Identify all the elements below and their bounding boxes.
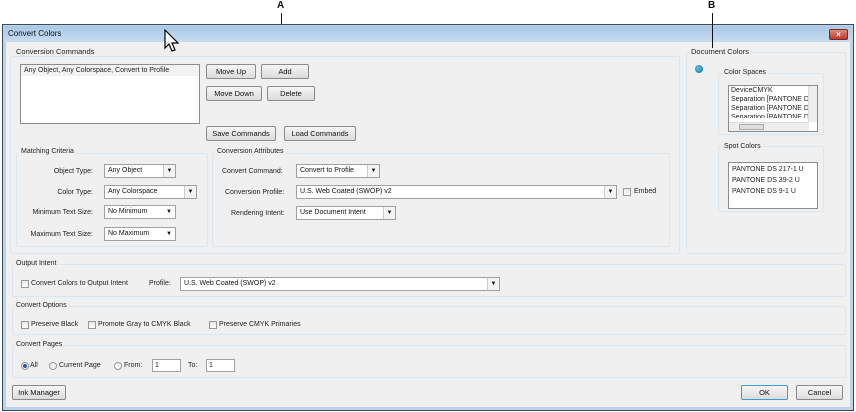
- rendering-intent-label: Rendering Intent:: [231, 210, 285, 217]
- color-spaces-list[interactable]: DeviceCMYK Separation [PANTONE D Separat…: [728, 85, 818, 132]
- promote-gray-label: Promote Gray to CMYK Black: [98, 321, 191, 328]
- convert-command-label: Convert Command:: [222, 168, 283, 175]
- object-type-value: Any Object: [108, 167, 143, 174]
- ok-button[interactable]: OK: [741, 385, 788, 400]
- conversion-profile-label: Conversion Profile:: [225, 189, 285, 196]
- chevron-down-icon: ▼: [487, 278, 499, 290]
- conversion-attributes-label: Conversion Attributes: [215, 148, 286, 155]
- preserve-black-checkbox[interactable]: [21, 321, 29, 329]
- color-type-value: Any Colorspace: [108, 188, 158, 195]
- output-profile-select[interactable]: U.S. Web Coated (SWOP) v2 ▼: [180, 277, 500, 291]
- list-item[interactable]: Separation [PANTONE D: [729, 104, 809, 113]
- chevron-down-icon: ▼: [163, 228, 175, 240]
- cancel-button[interactable]: Cancel: [796, 385, 843, 400]
- vertical-scrollbar[interactable]: [808, 86, 817, 122]
- all-pages-radio[interactable]: [21, 362, 29, 370]
- min-text-size-select[interactable]: No Minimum ▼: [104, 205, 176, 219]
- conversion-profile-select[interactable]: U.S. Web Coated (SWOP) v2 ▼: [296, 185, 617, 199]
- preserve-primaries-label: Preserve CMYK Primaries: [219, 321, 301, 328]
- list-item[interactable]: PANTONE DS 9-1 U: [729, 186, 817, 197]
- callout-a: A: [277, 0, 285, 11]
- dialog-title: Convert Colors: [8, 29, 62, 38]
- close-icon[interactable]: ×: [829, 29, 848, 40]
- current-page-label: Current Page: [59, 362, 101, 369]
- load-commands-button[interactable]: Load Commands: [284, 126, 356, 141]
- mouse-cursor-icon: [164, 29, 180, 52]
- object-type-label: Object Type:: [53, 168, 93, 175]
- scrollbar-thumb[interactable]: [739, 124, 764, 130]
- min-text-size-value: No Minimum: [108, 208, 148, 215]
- convert-command-value: Convert to Profile: [300, 167, 355, 174]
- rendering-intent-value: Use Document Intent: [300, 209, 366, 216]
- page-range-radio[interactable]: [114, 362, 122, 370]
- to-label: To:: [188, 362, 198, 369]
- color-type-select[interactable]: Any Colorspace ▼: [104, 185, 197, 199]
- color-spaces-label: Color Spaces: [722, 69, 769, 76]
- move-up-button[interactable]: Move Up: [206, 64, 256, 79]
- chevron-down-icon: ▼: [184, 186, 196, 198]
- callout-b-line: [712, 13, 713, 48]
- add-button[interactable]: Add: [261, 64, 309, 79]
- preserve-primaries-checkbox[interactable]: [209, 321, 217, 329]
- convert-options-label: Convert Options: [14, 302, 69, 309]
- spot-colors-list[interactable]: PANTONE DS 217-1 U PANTONE DS 39-2 U PAN…: [728, 162, 818, 209]
- color-type-label: Color Type:: [57, 189, 93, 196]
- chevron-down-icon: ▼: [604, 186, 616, 198]
- embed-label: Embed: [634, 188, 657, 195]
- move-down-button[interactable]: Move Down: [206, 86, 262, 101]
- output-profile-label: Profile:: [149, 280, 171, 287]
- max-text-size-select[interactable]: No Maximum ▼: [104, 227, 176, 241]
- embed-checkbox[interactable]: [623, 188, 631, 196]
- min-text-size-label: Minimum Text Size:: [32, 209, 93, 216]
- list-item[interactable]: PANTONE DS 39-2 U: [729, 175, 817, 186]
- matching-criteria-label: Matching Criteria: [19, 148, 76, 155]
- commands-list[interactable]: Any Object, Any Colorspace, Convert to P…: [20, 64, 200, 124]
- callout-b: B: [708, 0, 716, 11]
- output-profile-value: U.S. Web Coated (SWOP) v2: [184, 280, 276, 287]
- max-text-size-label: Maximum Text Size:: [30, 231, 94, 238]
- from-label: From:: [124, 362, 143, 369]
- document-colors-indicator-icon: [695, 65, 703, 73]
- list-item[interactable]: PANTONE DS 217-1 U: [729, 164, 817, 175]
- delete-button[interactable]: Delete: [267, 86, 315, 101]
- rendering-intent-select[interactable]: Use Document Intent ▼: [296, 206, 396, 220]
- ink-manager-button[interactable]: Ink Manager: [12, 385, 66, 400]
- list-item[interactable]: Separation [PANTONE D: [729, 113, 809, 118]
- convert-to-output-intent-checkbox[interactable]: [21, 280, 29, 288]
- to-page-input[interactable]: 1: [206, 359, 235, 372]
- object-type-select[interactable]: Any Object ▼: [104, 164, 176, 178]
- horizontal-scrollbar[interactable]: [729, 122, 809, 131]
- convert-command-select[interactable]: Convert to Profile ▼: [296, 164, 380, 178]
- chevron-down-icon: ▼: [163, 206, 175, 218]
- list-item[interactable]: Any Object, Any Colorspace, Convert to P…: [21, 65, 199, 76]
- save-commands-button[interactable]: Save Commands: [206, 126, 276, 141]
- list-item[interactable]: DeviceCMYK: [729, 86, 809, 95]
- chevron-down-icon: ▼: [163, 165, 175, 177]
- conversion-profile-value: U.S. Web Coated (SWOP) v2: [300, 188, 392, 195]
- promote-gray-checkbox[interactable]: [88, 321, 96, 329]
- chevron-down-icon: ▼: [383, 207, 395, 219]
- preserve-black-label: Preserve Black: [31, 321, 79, 328]
- list-item[interactable]: Separation [PANTONE D: [729, 95, 809, 104]
- from-page-input[interactable]: 1: [152, 359, 181, 372]
- document-colors-label: Document Colors: [689, 47, 751, 56]
- all-pages-label: All: [30, 362, 38, 369]
- conversion-commands-label: Conversion Commands: [14, 47, 97, 56]
- title-bar[interactable]: Convert Colors ×: [4, 26, 852, 42]
- output-intent-label: Output Intent: [14, 260, 59, 267]
- spot-colors-label: Spot Colors: [722, 143, 763, 150]
- max-text-size-value: No Maximum: [108, 230, 150, 237]
- current-page-radio[interactable]: [49, 362, 57, 370]
- convert-pages-label: Convert Pages: [14, 341, 65, 348]
- chevron-down-icon: ▼: [367, 165, 379, 177]
- convert-to-output-intent-label: Convert Colors to Output Intent: [31, 280, 128, 287]
